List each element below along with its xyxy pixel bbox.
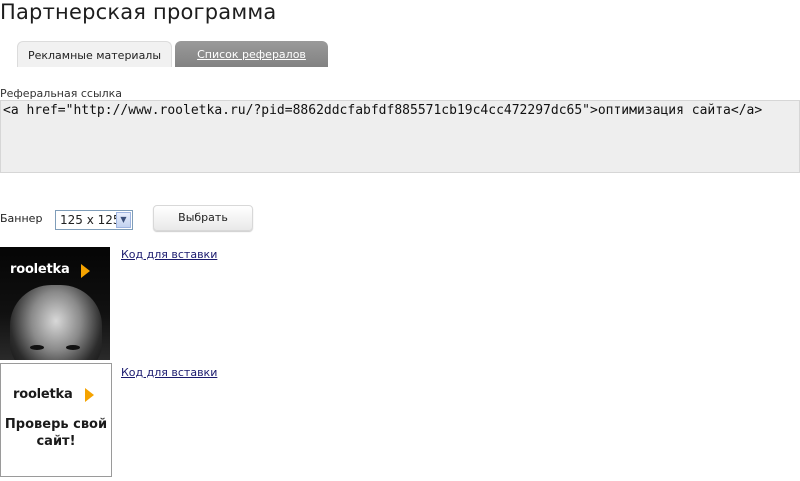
referral-link-label: Реферальная ссылка	[0, 87, 123, 100]
embed-code-link-1[interactable]: Код для вставки	[121, 248, 217, 261]
referral-code-textarea[interactable]: <a href="http://www.rooletka.ru/?pid=886…	[0, 100, 800, 173]
embed-code-link-2[interactable]: Код для вставки	[121, 366, 217, 379]
tab-ad-materials[interactable]: Рекламные материалы	[17, 41, 172, 67]
logo-arrow-icon	[85, 388, 94, 402]
banner-image-1: rooletka	[0, 247, 110, 360]
tab-referrals-list[interactable]: Список рефералов	[175, 41, 328, 67]
banner-logo-text: rooletka	[10, 262, 70, 277]
logo-arrow-icon	[81, 264, 90, 278]
chevron-down-icon[interactable]: ▼	[116, 212, 131, 228]
banner-size-selected: 125 x 125	[60, 213, 121, 227]
banner-slogan: Проверь свой сайт!	[4, 417, 108, 449]
banner-eye-left	[30, 345, 44, 350]
banner-size-label: Баннер	[0, 212, 43, 225]
banner-size-select[interactable]: 125 x 125 ▼	[55, 210, 133, 230]
tab-bar: Рекламные материалы Список рефералов	[17, 41, 328, 67]
banner-face-photo	[10, 285, 102, 360]
banner-eye-right	[66, 345, 80, 350]
banner-logo-text: rooletka	[13, 387, 73, 402]
page-title: Партнерская программа	[0, 0, 277, 24]
banner-image-2: rooletka Проверь свой сайт!	[0, 363, 112, 477]
choose-button[interactable]: Выбрать	[153, 205, 253, 231]
